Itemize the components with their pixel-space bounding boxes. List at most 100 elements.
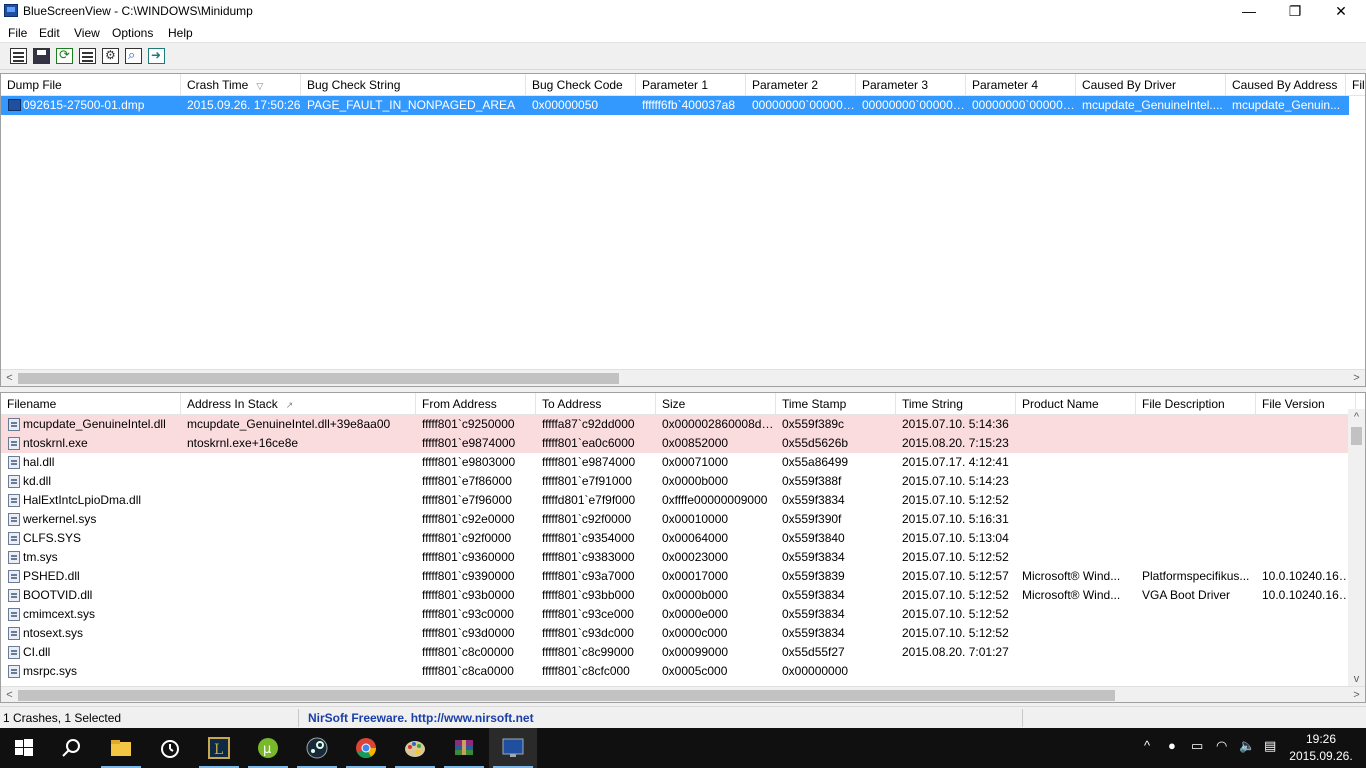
driver-row[interactable]: ntosext.sys fffff801`c93d0000 fffff801`c93… <box>1 624 1349 643</box>
taskbar-paint[interactable] <box>391 728 439 768</box>
column-header-label: From Address <box>422 397 497 411</box>
column-header-product-name[interactable]: Product Name <box>1016 393 1136 415</box>
column-header-address-in-stack[interactable]: Address In Stack ↗ <box>181 393 416 415</box>
driver-row[interactable]: msrpc.sys fffff801`c8ca0000 fffff801`c8cfc… <box>1 662 1349 681</box>
cell-to-address: fffff801`c93bb000 <box>542 588 635 602</box>
cell-from-address: fffff801`c93c0000 <box>422 607 514 621</box>
driver-row[interactable]: ntoskrnl.exe ntoskrnl.exe+16ce8e fffff801`… <box>1 434 1349 453</box>
properties-icon[interactable] <box>102 48 119 64</box>
driver-row[interactable]: HalExtIntcLpioDma.dll fffff801`e7f96000 ff… <box>1 491 1349 510</box>
driver-row[interactable]: cmimcext.sys fffff801`c93c0000 fffff801`c9… <box>1 605 1349 624</box>
column-header-bug-check-code[interactable]: Bug Check Code <box>526 74 636 96</box>
column-header-dump-file[interactable]: Dump File <box>1 74 181 96</box>
scroll-thumb[interactable] <box>1351 427 1362 445</box>
column-header-crash-time[interactable]: Crash Time ▽ <box>181 74 301 96</box>
cell-time-stamp: 0x559f3840 <box>782 531 845 545</box>
alarms-icon <box>161 740 179 758</box>
column-header-fil[interactable]: Fil <box>1346 74 1365 96</box>
column-header-file-description[interactable]: File Description <box>1136 393 1256 415</box>
crash-row[interactable]: 092615-27500-01.dmp 2015.09.26. 17:50:26 P… <box>1 96 1349 115</box>
menu-edit[interactable]: Edit <box>39 26 60 40</box>
cell-address-in-stack <box>181 643 416 662</box>
column-header-from-address[interactable]: From Address <box>416 393 536 415</box>
scroll-thumb[interactable] <box>18 373 619 384</box>
show-hidden-icons-chevron-icon[interactable]: ^ <box>1144 738 1150 753</box>
column-header-parameter-1[interactable]: Parameter 1 <box>636 74 746 96</box>
cell-size: 0x0005c000 <box>662 664 728 678</box>
driver-row[interactable]: BOOTVID.dll fffff801`c93b0000 fffff801`c93… <box>1 586 1356 605</box>
scroll-right-arrow[interactable]: > <box>1348 687 1365 702</box>
driver-row[interactable]: CLFS.SYS fffff801`c92f0000 fffff801`c93540… <box>1 529 1349 548</box>
menu-view[interactable]: View <box>74 26 100 40</box>
menu-help[interactable]: Help <box>168 26 193 40</box>
action-center-icon[interactable]: ▤ <box>1264 738 1276 754</box>
cell-filename: ntosext.sys <box>23 626 84 640</box>
taskbar-utorrent[interactable]: µ <box>244 728 292 768</box>
list-icon[interactable] <box>10 48 27 64</box>
taskbar-clock[interactable]: 19:26 2015.09.26. <box>1286 731 1356 765</box>
cell-address-in-stack <box>181 453 416 472</box>
column-header-file-version[interactable]: File Version <box>1256 393 1356 415</box>
taskbar-alarms[interactable] <box>146 728 194 768</box>
battery-icon[interactable]: ▭ <box>1191 738 1203 754</box>
column-header-parameter-2[interactable]: Parameter 2 <box>746 74 856 96</box>
column-header-caused-by-address[interactable]: Caused By Address <box>1226 74 1346 96</box>
taskbar-bluescreenview[interactable] <box>489 728 537 768</box>
cell-to-address: fffff801`c8c99000 <box>542 645 634 659</box>
cell-time-string: 2015.07.10. 5:12:52 <box>902 588 1009 602</box>
taskbar-league-of-legends[interactable]: L <box>195 728 243 768</box>
cell-size: 0x0000e000 <box>662 607 729 621</box>
menu-options[interactable]: Options <box>112 26 153 40</box>
column-header-filename[interactable]: Filename <box>1 393 181 415</box>
crash-list-hscrollbar[interactable]: < > <box>1 369 1365 386</box>
save-icon[interactable] <box>33 48 50 64</box>
driver-row[interactable]: hal.dll fffff801`e9803000 fffff801`e987400… <box>1 453 1349 472</box>
scroll-up-arrow[interactable]: ^ <box>1348 409 1365 426</box>
menu-file[interactable]: File <box>8 26 27 40</box>
close-button[interactable]: ✕ <box>1318 0 1364 23</box>
scroll-left-arrow[interactable]: < <box>1 687 18 702</box>
driver-row[interactable]: werkernel.sys fffff801`c92e0000 fffff801`c… <box>1 510 1349 529</box>
column-header-to-address[interactable]: To Address <box>536 393 656 415</box>
restore-button[interactable]: ❐ <box>1272 0 1318 23</box>
nirsoft-link[interactable]: NirSoft Freeware. http://www.nirsoft.net <box>308 711 534 725</box>
start-button[interactable] <box>0 728 48 768</box>
cell-address-in-stack <box>181 586 416 605</box>
driver-list-hscrollbar[interactable]: < > <box>1 686 1365 702</box>
column-header-parameter-3[interactable]: Parameter 3 <box>856 74 966 96</box>
cell-dump-file: 092615-27500-01.dmp <box>23 98 145 112</box>
column-header-label: Product Name <box>1022 397 1099 411</box>
driver-row[interactable]: mcupdate_GenuineIntel.dll mcupdate_Genuin… <box>1 415 1349 434</box>
refresh-icon[interactable] <box>56 47 73 64</box>
cell-product-name <box>1016 548 1136 567</box>
column-header-label: Size <box>662 397 686 411</box>
cell-time-string: 2015.07.10. 5:13:04 <box>902 531 1009 545</box>
column-header-parameter-4[interactable]: Parameter 4 <box>966 74 1076 96</box>
scroll-thumb[interactable] <box>18 690 1115 701</box>
column-header-time-stamp[interactable]: Time Stamp <box>776 393 896 415</box>
network-icon[interactable]: ◠ <box>1216 738 1227 754</box>
taskbar-winrar[interactable] <box>440 728 488 768</box>
column-header-caused-by-driver[interactable]: Caused By Driver <box>1076 74 1226 96</box>
exit-icon[interactable] <box>148 48 165 64</box>
column-header-time-string[interactable]: Time String <box>896 393 1016 415</box>
driver-row[interactable]: CI.dll fffff801`c8c00000 fffff801`c8c99000… <box>1 643 1349 662</box>
driver-row[interactable]: kd.dll fffff801`e7f86000 fffff801`e7f91000… <box>1 472 1349 491</box>
driver-list-vscrollbar[interactable]: ^ v <box>1348 409 1365 687</box>
cell-address-in-stack <box>181 548 416 567</box>
taskbar-steam[interactable] <box>293 728 341 768</box>
copy-icon[interactable] <box>79 48 96 64</box>
search-button[interactable] <box>48 728 96 768</box>
minimize-button[interactable]: — <box>1226 0 1272 23</box>
column-header-bug-check-string[interactable]: Bug Check String <box>301 74 526 96</box>
scroll-right-arrow[interactable]: > <box>1348 370 1365 386</box>
driver-row[interactable]: tm.sys fffff801`c9360000 fffff801`c9383000… <box>1 548 1349 567</box>
column-header-size[interactable]: Size <box>656 393 776 415</box>
taskbar-file-explorer[interactable] <box>97 728 145 768</box>
driver-row[interactable]: PSHED.dll fffff801`c9390000 fffff801`c93a7… <box>1 567 1356 586</box>
scroll-left-arrow[interactable]: < <box>1 370 18 386</box>
find-icon[interactable] <box>125 47 142 64</box>
taskbar-chrome[interactable] <box>342 728 390 768</box>
volume-icon[interactable]: 🔈 <box>1239 738 1255 754</box>
tray-app-icon[interactable]: ● <box>1168 738 1176 753</box>
